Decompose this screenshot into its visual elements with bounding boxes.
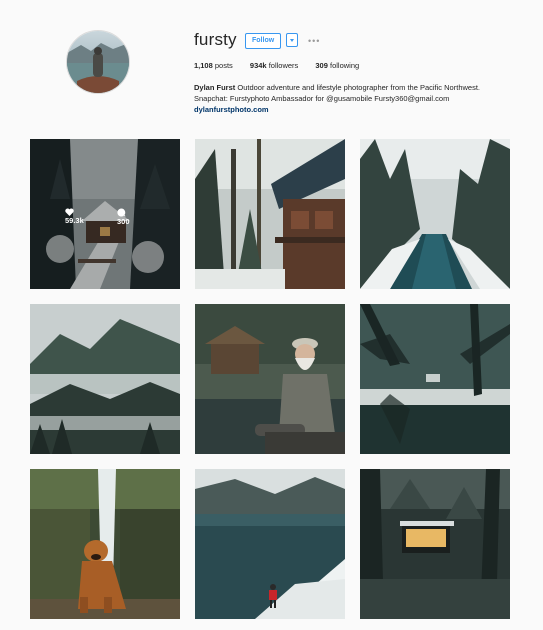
bio-text: Outdoor adventure and lifestyle photogra… (194, 83, 480, 103)
post-image (195, 139, 345, 289)
avatar[interactable] (66, 30, 130, 94)
likes-count: 59.3k (65, 216, 84, 225)
post-image (360, 469, 510, 619)
following-label: following (329, 61, 360, 70)
post-tile[interactable]: 59.3k 300 (30, 139, 180, 289)
post-hover-overlay: 59.3k 300 (30, 139, 180, 289)
comments-count: 300 (117, 217, 130, 226)
following-stat[interactable]: 309 following (315, 61, 359, 70)
followers-label: followers (268, 61, 299, 70)
suggested-dropdown-button[interactable] (286, 33, 298, 47)
posts-stat: 1,108 posts (194, 61, 233, 70)
likes-stat: 59.3k (65, 208, 84, 225)
post-tile[interactable] (360, 139, 510, 289)
profile-full-name: Dylan Furst (194, 83, 236, 92)
followers-count: 934k (249, 61, 267, 70)
posts-label: posts (214, 61, 233, 70)
post-image (360, 139, 510, 289)
post-image (30, 469, 180, 619)
post-tile[interactable] (360, 469, 510, 619)
profile-page: fursty Follow ••• 1,108 posts 934k follo… (0, 0, 543, 630)
post-tile[interactable] (30, 304, 180, 454)
post-tile[interactable] (360, 304, 510, 454)
profile-username: fursty (194, 30, 237, 49)
post-image (195, 304, 345, 454)
followers-stat[interactable]: 934k followers (250, 61, 298, 70)
follow-button[interactable]: Follow (245, 33, 282, 49)
post-image (360, 304, 510, 454)
posts-count: 1,108 (194, 61, 213, 70)
more-options-icon[interactable]: ••• (308, 36, 320, 46)
comment-icon (117, 208, 126, 217)
following-count: 309 (315, 61, 328, 70)
website-link[interactable]: dylanfurstphoto.com (194, 105, 269, 114)
heart-icon (65, 208, 74, 216)
profile-bio: Dylan Furst Outdoor adventure and lifest… (194, 82, 494, 115)
post-tile[interactable] (195, 304, 345, 454)
post-tile[interactable] (195, 139, 345, 289)
post-image (30, 304, 180, 454)
comments-stat: 300 (117, 208, 130, 226)
post-tile[interactable] (195, 469, 345, 619)
post-tile[interactable] (30, 469, 180, 619)
profile-stats: 1,108 posts 934k followers 309 following (194, 61, 374, 70)
post-image (195, 469, 345, 619)
avatar-image (67, 31, 129, 93)
